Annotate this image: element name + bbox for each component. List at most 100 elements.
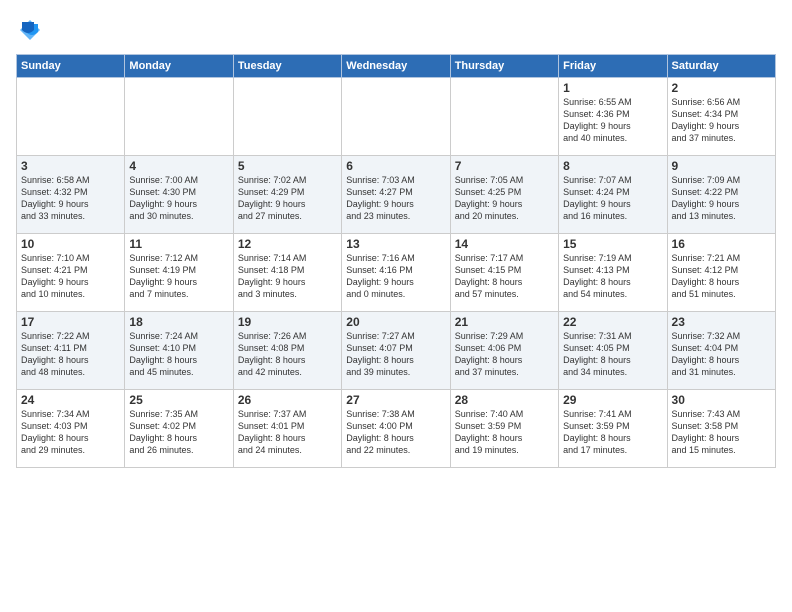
day-number: 9 <box>672 159 771 173</box>
day-number: 20 <box>346 315 445 329</box>
day-info: Sunrise: 6:58 AM Sunset: 4:32 PM Dayligh… <box>21 174 120 223</box>
day-cell <box>17 78 125 156</box>
day-cell: 1Sunrise: 6:55 AM Sunset: 4:36 PM Daylig… <box>559 78 667 156</box>
week-row-3: 10Sunrise: 7:10 AM Sunset: 4:21 PM Dayli… <box>17 234 776 312</box>
day-number: 22 <box>563 315 662 329</box>
weekday-thursday: Thursday <box>450 55 558 78</box>
day-cell <box>233 78 341 156</box>
day-number: 1 <box>563 81 662 95</box>
day-cell: 16Sunrise: 7:21 AM Sunset: 4:12 PM Dayli… <box>667 234 775 312</box>
day-number: 12 <box>238 237 337 251</box>
header <box>16 16 776 44</box>
logo <box>16 16 48 44</box>
day-cell: 19Sunrise: 7:26 AM Sunset: 4:08 PM Dayli… <box>233 312 341 390</box>
day-info: Sunrise: 7:43 AM Sunset: 3:58 PM Dayligh… <box>672 408 771 457</box>
day-info: Sunrise: 7:09 AM Sunset: 4:22 PM Dayligh… <box>672 174 771 223</box>
day-info: Sunrise: 7:35 AM Sunset: 4:02 PM Dayligh… <box>129 408 228 457</box>
day-info: Sunrise: 7:02 AM Sunset: 4:29 PM Dayligh… <box>238 174 337 223</box>
day-info: Sunrise: 6:55 AM Sunset: 4:36 PM Dayligh… <box>563 96 662 145</box>
day-number: 10 <box>21 237 120 251</box>
day-cell: 18Sunrise: 7:24 AM Sunset: 4:10 PM Dayli… <box>125 312 233 390</box>
day-cell: 5Sunrise: 7:02 AM Sunset: 4:29 PM Daylig… <box>233 156 341 234</box>
day-number: 4 <box>129 159 228 173</box>
week-row-4: 17Sunrise: 7:22 AM Sunset: 4:11 PM Dayli… <box>17 312 776 390</box>
week-row-2: 3Sunrise: 6:58 AM Sunset: 4:32 PM Daylig… <box>17 156 776 234</box>
day-info: Sunrise: 7:21 AM Sunset: 4:12 PM Dayligh… <box>672 252 771 301</box>
day-cell: 6Sunrise: 7:03 AM Sunset: 4:27 PM Daylig… <box>342 156 450 234</box>
day-info: Sunrise: 7:38 AM Sunset: 4:00 PM Dayligh… <box>346 408 445 457</box>
day-number: 28 <box>455 393 554 407</box>
day-number: 18 <box>129 315 228 329</box>
day-info: Sunrise: 7:31 AM Sunset: 4:05 PM Dayligh… <box>563 330 662 379</box>
day-number: 29 <box>563 393 662 407</box>
day-info: Sunrise: 7:26 AM Sunset: 4:08 PM Dayligh… <box>238 330 337 379</box>
day-cell: 9Sunrise: 7:09 AM Sunset: 4:22 PM Daylig… <box>667 156 775 234</box>
day-info: Sunrise: 7:22 AM Sunset: 4:11 PM Dayligh… <box>21 330 120 379</box>
day-info: Sunrise: 7:34 AM Sunset: 4:03 PM Dayligh… <box>21 408 120 457</box>
day-number: 24 <box>21 393 120 407</box>
day-cell: 12Sunrise: 7:14 AM Sunset: 4:18 PM Dayli… <box>233 234 341 312</box>
day-info: Sunrise: 7:03 AM Sunset: 4:27 PM Dayligh… <box>346 174 445 223</box>
day-info: Sunrise: 7:40 AM Sunset: 3:59 PM Dayligh… <box>455 408 554 457</box>
week-row-5: 24Sunrise: 7:34 AM Sunset: 4:03 PM Dayli… <box>17 390 776 468</box>
day-info: Sunrise: 7:14 AM Sunset: 4:18 PM Dayligh… <box>238 252 337 301</box>
day-cell: 28Sunrise: 7:40 AM Sunset: 3:59 PM Dayli… <box>450 390 558 468</box>
day-cell: 13Sunrise: 7:16 AM Sunset: 4:16 PM Dayli… <box>342 234 450 312</box>
weekday-friday: Friday <box>559 55 667 78</box>
day-number: 15 <box>563 237 662 251</box>
day-number: 23 <box>672 315 771 329</box>
day-info: Sunrise: 7:00 AM Sunset: 4:30 PM Dayligh… <box>129 174 228 223</box>
day-number: 17 <box>21 315 120 329</box>
day-info: Sunrise: 7:29 AM Sunset: 4:06 PM Dayligh… <box>455 330 554 379</box>
day-cell <box>342 78 450 156</box>
day-number: 30 <box>672 393 771 407</box>
day-number: 3 <box>21 159 120 173</box>
day-info: Sunrise: 7:12 AM Sunset: 4:19 PM Dayligh… <box>129 252 228 301</box>
day-info: Sunrise: 7:32 AM Sunset: 4:04 PM Dayligh… <box>672 330 771 379</box>
day-cell: 11Sunrise: 7:12 AM Sunset: 4:19 PM Dayli… <box>125 234 233 312</box>
day-number: 27 <box>346 393 445 407</box>
day-info: Sunrise: 7:27 AM Sunset: 4:07 PM Dayligh… <box>346 330 445 379</box>
day-cell <box>125 78 233 156</box>
day-number: 7 <box>455 159 554 173</box>
day-cell: 30Sunrise: 7:43 AM Sunset: 3:58 PM Dayli… <box>667 390 775 468</box>
day-number: 26 <box>238 393 337 407</box>
day-info: Sunrise: 7:16 AM Sunset: 4:16 PM Dayligh… <box>346 252 445 301</box>
day-number: 13 <box>346 237 445 251</box>
day-number: 25 <box>129 393 228 407</box>
day-cell: 2Sunrise: 6:56 AM Sunset: 4:34 PM Daylig… <box>667 78 775 156</box>
day-cell: 4Sunrise: 7:00 AM Sunset: 4:30 PM Daylig… <box>125 156 233 234</box>
weekday-sunday: Sunday <box>17 55 125 78</box>
day-info: Sunrise: 6:56 AM Sunset: 4:34 PM Dayligh… <box>672 96 771 145</box>
day-number: 5 <box>238 159 337 173</box>
week-row-1: 1Sunrise: 6:55 AM Sunset: 4:36 PM Daylig… <box>17 78 776 156</box>
day-cell: 25Sunrise: 7:35 AM Sunset: 4:02 PM Dayli… <box>125 390 233 468</box>
day-info: Sunrise: 7:24 AM Sunset: 4:10 PM Dayligh… <box>129 330 228 379</box>
day-cell: 20Sunrise: 7:27 AM Sunset: 4:07 PM Dayli… <box>342 312 450 390</box>
day-cell: 8Sunrise: 7:07 AM Sunset: 4:24 PM Daylig… <box>559 156 667 234</box>
day-cell: 26Sunrise: 7:37 AM Sunset: 4:01 PM Dayli… <box>233 390 341 468</box>
day-number: 2 <box>672 81 771 95</box>
day-cell: 14Sunrise: 7:17 AM Sunset: 4:15 PM Dayli… <box>450 234 558 312</box>
day-cell: 29Sunrise: 7:41 AM Sunset: 3:59 PM Dayli… <box>559 390 667 468</box>
day-cell: 27Sunrise: 7:38 AM Sunset: 4:00 PM Dayli… <box>342 390 450 468</box>
day-cell: 23Sunrise: 7:32 AM Sunset: 4:04 PM Dayli… <box>667 312 775 390</box>
day-number: 11 <box>129 237 228 251</box>
day-info: Sunrise: 7:10 AM Sunset: 4:21 PM Dayligh… <box>21 252 120 301</box>
day-info: Sunrise: 7:07 AM Sunset: 4:24 PM Dayligh… <box>563 174 662 223</box>
day-cell: 7Sunrise: 7:05 AM Sunset: 4:25 PM Daylig… <box>450 156 558 234</box>
day-cell: 21Sunrise: 7:29 AM Sunset: 4:06 PM Dayli… <box>450 312 558 390</box>
weekday-wednesday: Wednesday <box>342 55 450 78</box>
weekday-header-row: SundayMondayTuesdayWednesdayThursdayFrid… <box>17 55 776 78</box>
day-cell: 22Sunrise: 7:31 AM Sunset: 4:05 PM Dayli… <box>559 312 667 390</box>
day-number: 8 <box>563 159 662 173</box>
weekday-monday: Monday <box>125 55 233 78</box>
day-info: Sunrise: 7:17 AM Sunset: 4:15 PM Dayligh… <box>455 252 554 301</box>
day-cell: 15Sunrise: 7:19 AM Sunset: 4:13 PM Dayli… <box>559 234 667 312</box>
page: SundayMondayTuesdayWednesdayThursdayFrid… <box>0 0 792 612</box>
day-number: 6 <box>346 159 445 173</box>
weekday-saturday: Saturday <box>667 55 775 78</box>
day-info: Sunrise: 7:19 AM Sunset: 4:13 PM Dayligh… <box>563 252 662 301</box>
calendar-table: SundayMondayTuesdayWednesdayThursdayFrid… <box>16 54 776 468</box>
day-cell: 3Sunrise: 6:58 AM Sunset: 4:32 PM Daylig… <box>17 156 125 234</box>
